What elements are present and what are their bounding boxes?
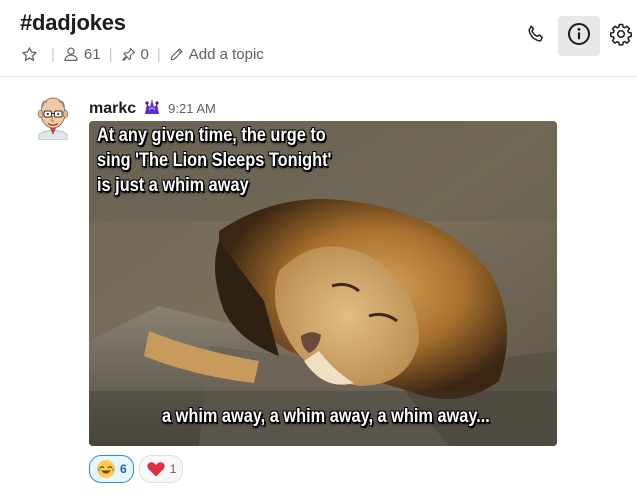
meme-caption-line: At any given time, the urge to	[97, 125, 326, 146]
channel-header: #dadjokes | 61 | 0 | Add a topic	[0, 0, 637, 77]
message-timestamp[interactable]: 9:21 AM	[168, 101, 216, 116]
red-heart-emoji-icon	[146, 459, 166, 479]
reactions-bar: 6 1	[89, 455, 184, 483]
info-icon	[567, 22, 591, 51]
add-topic-link[interactable]: Add a topic	[189, 46, 264, 63]
reaction-joy[interactable]: 6	[89, 455, 134, 483]
meme-caption-line: is just a whim away	[97, 175, 249, 196]
phone-icon	[525, 23, 547, 50]
meme-caption-top: At any given time, the urge to sing 'The…	[97, 123, 331, 198]
person-icon[interactable]	[63, 46, 79, 62]
gear-icon	[609, 22, 633, 51]
channel-meta: | 61 | 0 | Add a topic	[21, 44, 264, 64]
channel-settings-button[interactable]	[603, 16, 637, 56]
divider: |	[108, 45, 113, 63]
reaction-heart[interactable]: 1	[138, 455, 184, 483]
channel-title[interactable]: #dadjokes	[20, 10, 126, 36]
meme-caption-bottom: a whim away, a whim away, a whim away...	[162, 406, 490, 427]
reaction-count: 1	[169, 462, 177, 476]
message-header: markc 9:21 AM	[89, 93, 216, 118]
pencil-icon[interactable]	[169, 47, 184, 62]
meme-caption-line: sing 'The Lion Sleeps Tonight'	[97, 150, 332, 171]
joy-emoji-icon	[96, 459, 116, 479]
pin-icon[interactable]	[121, 47, 136, 62]
channel-details-button[interactable]	[558, 16, 600, 56]
pin-count[interactable]: 0	[141, 46, 149, 63]
member-count[interactable]: 61	[84, 46, 101, 63]
avatar[interactable]	[33, 94, 73, 141]
divider: |	[51, 45, 55, 63]
star-icon[interactable]	[21, 46, 38, 63]
sender-name[interactable]: markc	[89, 100, 136, 118]
meme-image[interactable]: At any given time, the urge to sing 'The…	[89, 121, 557, 446]
divider: |	[156, 45, 161, 63]
reaction-count: 6	[120, 462, 127, 476]
status-emoji-icon	[142, 96, 162, 116]
call-button[interactable]	[515, 16, 557, 56]
